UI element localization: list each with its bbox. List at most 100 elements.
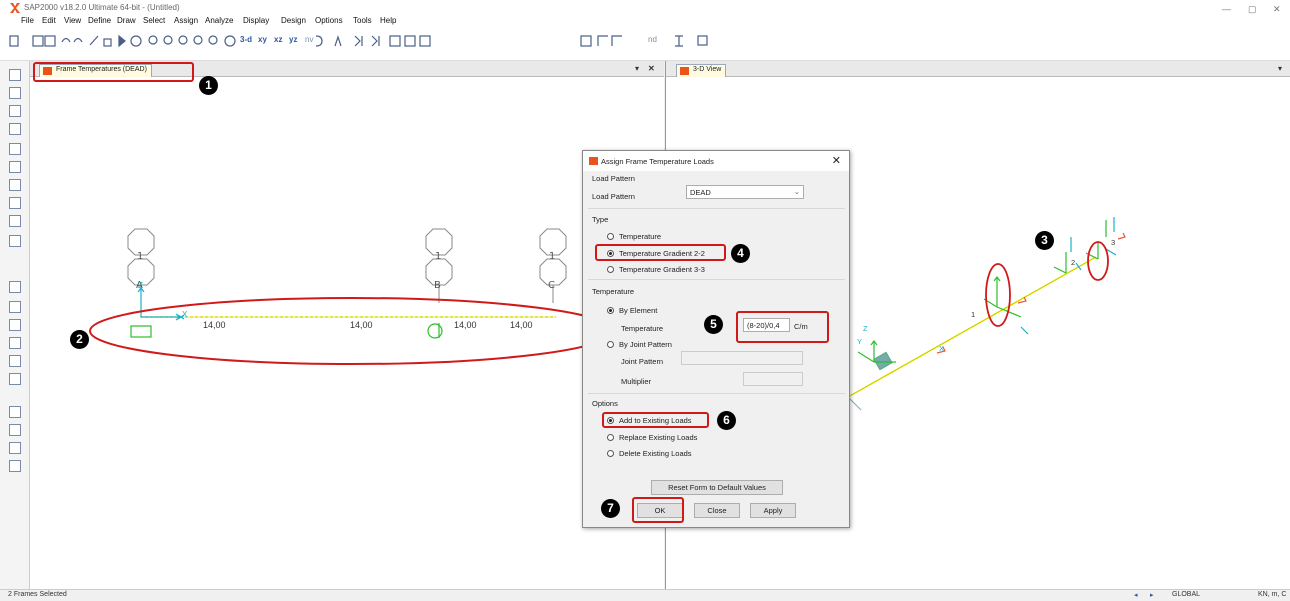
clear-selection-icon[interactable] — [9, 337, 21, 349]
draw-cross-brace-icon[interactable] — [9, 161, 21, 173]
draw-area-icon[interactable] — [9, 197, 21, 209]
right-panel-menu-icon[interactable]: ▾ — [1278, 64, 1282, 73]
multiplier-input[interactable] — [743, 372, 803, 386]
view-xz-button[interactable]: xz — [274, 35, 282, 47]
pointer-tool-icon[interactable] — [9, 69, 21, 81]
reshape-tool-icon[interactable] — [9, 87, 21, 99]
snap-ends-icon[interactable] — [9, 373, 21, 385]
support-b-icon — [427, 323, 443, 339]
intersecting-select-icon[interactable] — [9, 319, 21, 331]
type-group-divider — [588, 208, 845, 209]
by-joint-pattern-label: By Joint Pattern — [619, 340, 672, 349]
quick-draw-icon[interactable] — [9, 235, 21, 247]
left-panel-menu-icon[interactable]: ▾ — [635, 64, 639, 73]
view-nv-button[interactable]: nv — [305, 35, 313, 47]
perspective-icon — [334, 35, 342, 47]
view-nd-button[interactable]: nd — [648, 35, 657, 47]
menu-help[interactable]: Help — [380, 16, 396, 25]
arrow-left-icon[interactable]: ◂ — [1134, 591, 1138, 599]
menu-draw[interactable]: Draw — [117, 16, 136, 25]
menu-options[interactable]: Options — [315, 16, 343, 25]
radio-delete-existing[interactable] — [607, 450, 614, 457]
toolbar-icons — [9, 34, 708, 48]
axis-z-label: Z — [138, 281, 143, 290]
new-file-icon — [9, 35, 19, 47]
units-select[interactable]: KN, m, C — [1258, 591, 1286, 598]
arrow-right-icon[interactable]: ▸ — [1150, 591, 1154, 599]
select-previous-icon[interactable] — [9, 301, 21, 313]
check-icon — [404, 35, 416, 47]
grid-bubble-b: B — [434, 280, 441, 291]
by-element-label: By Element — [619, 306, 658, 315]
view-yz-button[interactable]: yz — [289, 35, 297, 47]
frame-label-1: 1 — [971, 310, 976, 319]
snap-perpendicular-icon[interactable] — [9, 424, 21, 436]
coord-system-select[interactable]: GLOBAL — [1172, 591, 1200, 598]
draw-rect-area-icon[interactable] — [9, 215, 21, 227]
zoom-all-icon — [208, 35, 218, 45]
draw-brace-icon[interactable] — [9, 143, 21, 155]
sap2000-dialog-icon — [589, 157, 598, 165]
radio-temperature[interactable] — [607, 233, 614, 240]
callout-6: 6 — [717, 411, 736, 430]
left-panel-close-icon[interactable]: ✕ — [648, 64, 655, 73]
grid-icon — [389, 35, 401, 47]
menu-view[interactable]: View — [64, 16, 81, 25]
radio-by-joint-pattern[interactable] — [607, 341, 614, 348]
dialog-title-bar: Assign Frame Temperature Loads ✕ — [583, 151, 849, 171]
rotate-icon — [315, 35, 323, 47]
type-option-temperature: Temperature — [619, 232, 662, 241]
reset-form-button[interactable]: Reset Form to Default Values — [651, 480, 783, 495]
snap-icon[interactable] — [9, 355, 21, 367]
3d-support-icon — [873, 351, 893, 371]
radio-replace-existing[interactable] — [607, 434, 614, 441]
joint-pattern-label: Joint Pattern — [621, 357, 664, 366]
print-icon — [44, 35, 56, 47]
menu-analyze[interactable]: Analyze — [205, 16, 233, 25]
tab-3d-view[interactable]: 3-D View — [676, 64, 727, 77]
menu-design[interactable]: Design — [281, 16, 306, 25]
minimize-icon[interactable]: — — [1222, 4, 1231, 14]
menu-tools[interactable]: Tools — [353, 16, 372, 25]
frame-label-2: 2 — [1071, 258, 1076, 267]
draw-frame-icon[interactable] — [9, 123, 21, 135]
draw-joint-icon[interactable] — [9, 105, 21, 117]
radio-temperature-gradient-3-3[interactable] — [607, 266, 614, 273]
undo-icon — [61, 37, 71, 43]
left-toolbar — [0, 61, 30, 589]
menu-define[interactable]: Define — [88, 16, 111, 25]
view-3d-button[interactable]: 3-d — [240, 35, 252, 47]
dialog-close-icon[interactable]: ✕ — [832, 154, 841, 167]
snap-fine-icon[interactable] — [9, 460, 21, 472]
run-icon — [118, 34, 126, 48]
view-xy-button[interactable]: xy — [258, 35, 267, 47]
close-button[interactable]: Close — [694, 503, 740, 518]
menu-bar: File Edit View Define Draw Select Assign… — [0, 14, 1290, 30]
pan-icon — [224, 35, 236, 47]
3d-axis-z: Z — [863, 324, 868, 333]
menu-file[interactable]: File — [21, 16, 34, 25]
menu-assign[interactable]: Assign — [174, 16, 198, 25]
apply-button[interactable]: Apply — [750, 503, 796, 518]
load-pattern-select[interactable]: DEAD ⌄ — [686, 185, 804, 199]
snap-lines-icon[interactable] — [9, 442, 21, 454]
joint-pattern-select[interactable] — [681, 351, 803, 365]
radio-by-element[interactable] — [607, 307, 614, 314]
menu-edit[interactable]: Edit — [42, 16, 56, 25]
load-value-1: 14,00 — [203, 320, 226, 330]
menu-display[interactable]: Display — [243, 16, 269, 25]
toolbar: 3-d xy xz yz nv nd — [0, 30, 1290, 61]
frame-temperatures-canvas[interactable] — [30, 77, 664, 589]
assign-icon — [419, 35, 431, 47]
dialog-title: Assign Frame Temperature Loads — [601, 157, 714, 166]
menu-select[interactable]: Select — [143, 16, 165, 25]
options-group-label: Options — [592, 399, 618, 408]
chevron-down-icon: ⌄ — [793, 187, 800, 196]
callout-5: 5 — [704, 315, 723, 334]
snap-intersection-icon[interactable] — [9, 406, 21, 418]
grid-bubble-c: C — [548, 280, 555, 291]
draw-column-icon[interactable] — [9, 179, 21, 191]
redo-icon — [73, 37, 83, 43]
select-all-icon[interactable] — [9, 281, 21, 293]
section-icon — [675, 35, 683, 47]
